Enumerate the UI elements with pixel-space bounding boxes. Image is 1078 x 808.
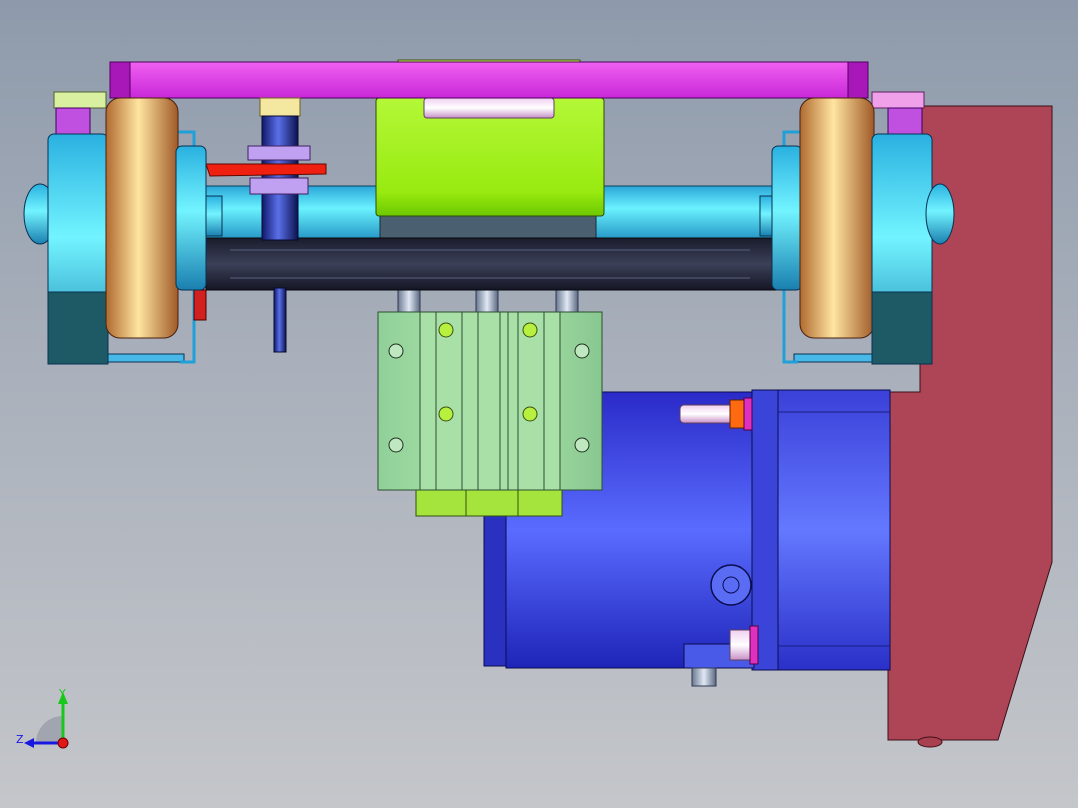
cad-viewport[interactable]: Y Z — [0, 0, 1078, 808]
screw-icon — [574, 437, 590, 453]
motor-connector-bottom — [729, 625, 759, 665]
sensor-bracket — [205, 163, 327, 177]
left-wheel-assembly — [23, 91, 223, 365]
left-wheel-tire — [105, 97, 179, 339]
motor-fitting — [691, 667, 717, 687]
linear-slide-block — [377, 285, 603, 517]
x-axis-dot — [57, 737, 69, 749]
screw-icon — [388, 343, 404, 359]
bracket-foot — [917, 736, 943, 748]
cross-beam — [205, 237, 777, 291]
orientation-triad[interactable]: Y Z — [10, 686, 80, 756]
z-axis-label: Z — [16, 733, 24, 746]
screw-icon — [388, 437, 404, 453]
right-wheel-tire — [799, 97, 875, 339]
screw-icon — [574, 343, 590, 359]
bearing-cap — [423, 97, 555, 119]
cad-assembly-model[interactable] — [0, 0, 1078, 808]
motor-logo-emboss — [710, 564, 752, 606]
y-axis-label: Y — [58, 687, 66, 700]
top-plate — [109, 61, 869, 99]
